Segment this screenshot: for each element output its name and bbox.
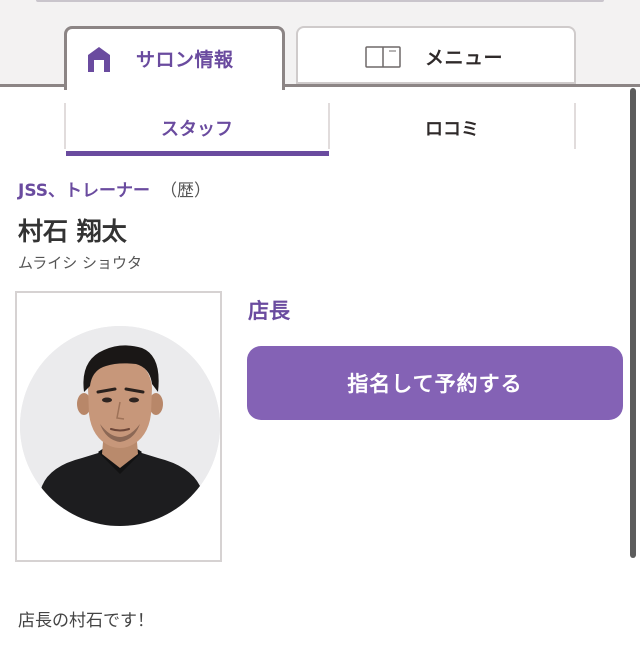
scrollbar-thumb[interactable] (630, 88, 636, 558)
staff-role: JSS、トレーナー （歴） (18, 176, 211, 201)
scrollbar[interactable] (630, 88, 638, 558)
main-tab-bar: サロン情報 メニュー (0, 0, 640, 90)
tab-menu-label: メニュー (425, 47, 504, 69)
reserve-button-label: 指名して予約する (347, 372, 523, 396)
staff-message: 店長の村石です！ (18, 611, 154, 631)
salon-staff-page: サロン情報 メニュー スタッフ ロコミ JSS、トレーナー （歴） 村石 翔太 ム… (0, 0, 640, 649)
staff-avatar (20, 326, 220, 526)
top-frame-edge (36, 0, 604, 2)
tab-staff-label: スタッフ (161, 119, 233, 140)
tab-reviews-label: ロコミ (425, 119, 479, 140)
home-icon (88, 47, 110, 72)
sub-tab-bar: スタッフ ロコミ (64, 103, 576, 156)
tab-menu[interactable]: メニュー (296, 26, 576, 84)
staff-name: 村石 翔太 (18, 217, 127, 246)
tab-staff[interactable]: スタッフ (66, 103, 328, 155)
staff-position: 店長 (248, 299, 290, 323)
active-tab-indicator (66, 151, 329, 156)
menu-card-icon (365, 46, 401, 68)
staff-experience: （歴） (160, 181, 212, 201)
subtab-divider (574, 103, 576, 149)
staff-portrait (20, 326, 220, 526)
tab-salon-info-label: サロン情報 (136, 49, 234, 71)
reserve-with-staff-button[interactable]: 指名して予約する (247, 346, 623, 420)
tab-salon-info[interactable]: サロン情報 (64, 26, 285, 90)
staff-name-kana: ムライシ ショウタ (18, 254, 143, 272)
tab-reviews[interactable]: ロコミ (330, 103, 574, 155)
staff-role-text: JSS、トレーナー (18, 181, 151, 201)
staff-photo-frame (15, 291, 222, 562)
